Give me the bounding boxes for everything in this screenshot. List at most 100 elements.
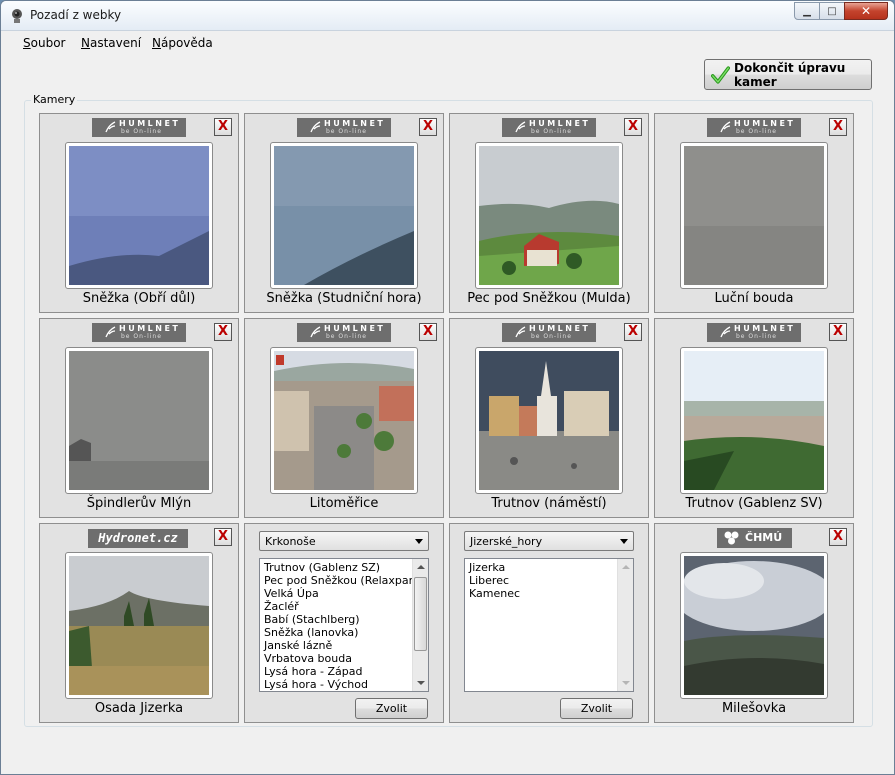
list-item[interactable]: Babí (Stachlberg) [260, 613, 412, 626]
list-item[interactable]: Lysá hora - Západ [260, 665, 412, 678]
camera-tile[interactable]: HUMLNET be On-line X Špindlerův Mlýn [39, 318, 239, 518]
camera-tile[interactable]: ČHMÚ X Milešovka [654, 523, 854, 723]
remove-camera-button[interactable]: X [624, 118, 642, 136]
remove-camera-button[interactable]: X [624, 323, 642, 341]
menu-settings-access-key: N [81, 36, 90, 50]
list-item[interactable]: Velká Úpa [260, 587, 412, 600]
camera-tile[interactable]: HUMLNET be On-line X Trutnov (náměstí) [449, 318, 649, 518]
webcam-snapshot [274, 351, 414, 490]
camera-selector-panel: Jizerské_hory Jizerka Liberec Kamenec Zv… [449, 523, 649, 723]
camera-image[interactable] [475, 347, 623, 494]
webcam-snapshot [684, 351, 824, 490]
remove-camera-button[interactable]: X [829, 323, 847, 341]
logo-text: HUMLNET [734, 324, 796, 333]
scrollbar-thumb[interactable] [414, 577, 427, 651]
chmu-logo-text: ČHMÚ [745, 531, 783, 544]
remove-camera-button[interactable]: X [214, 323, 232, 341]
region-dropdown[interactable]: Krkonoše [259, 531, 429, 551]
scroll-down-arrow-icon[interactable] [618, 675, 633, 691]
listbox-scrollbar[interactable] [617, 559, 633, 691]
humlnet-logo: HUMLNET be On-line [92, 118, 186, 137]
camera-listbox[interactable]: Trutnov (Gablenz SZ) Pec pod Sněžkou (Re… [259, 558, 429, 692]
camera-tile[interactable]: HUMLNET be On-line X Litoměřice [244, 318, 444, 518]
menu-settings[interactable]: Nastavení [81, 36, 141, 50]
list-item[interactable]: Janské lázně [260, 639, 412, 652]
logo-tagline: be On-line [736, 128, 777, 135]
camera-image[interactable] [680, 142, 828, 289]
scroll-up-arrow-icon[interactable] [618, 559, 633, 575]
camera-image[interactable] [475, 142, 623, 289]
logo-tagline: be On-line [121, 128, 162, 135]
remove-camera-button[interactable]: X [214, 528, 232, 546]
webcam-app-icon [12, 9, 22, 23]
camera-image[interactable] [65, 142, 213, 289]
camera-image[interactable] [680, 552, 828, 699]
camera-name: Milešovka [721, 701, 787, 716]
title-bar[interactable]: Pozadí z webky ▁ □ ✕ [1, 1, 894, 31]
humlnet-swirl-icon [515, 326, 526, 338]
remove-camera-button[interactable]: X [214, 118, 232, 136]
camera-tile[interactable]: HUMLNET be On-line X Luční bouda [654, 113, 854, 313]
humlnet-logo: HUMLNET be On-line [297, 118, 391, 137]
menu-file[interactable]: Soubor [23, 36, 65, 50]
humlnet-swirl-icon [105, 326, 116, 338]
list-item[interactable]: Pec pod Sněžkou (Relaxpark) [260, 574, 424, 587]
chevron-down-icon [620, 539, 628, 544]
scroll-up-arrow-icon[interactable] [413, 559, 428, 575]
window-title: Pozadí z webky [30, 8, 122, 22]
list-item[interactable]: Žacléř [260, 600, 412, 613]
list-item[interactable]: Vrbatova bouda [260, 652, 412, 665]
list-item[interactable]: Liberec [465, 574, 617, 587]
humlnet-logo: HUMLNET be On-line [502, 118, 596, 137]
logo-text: HUMLNET [324, 119, 386, 128]
camera-listbox[interactable]: Jizerka Liberec Kamenec [464, 558, 634, 692]
camera-image[interactable] [270, 347, 418, 494]
finish-editing-button[interactable]: Dokončit úpravu kamer [704, 59, 872, 90]
finish-editing-label: Dokončit úpravu kamer [734, 60, 846, 89]
camera-tile[interactable]: HUMLNET be On-line X Sněžka (Studniční ho… [244, 113, 444, 313]
humlnet-swirl-icon [720, 121, 731, 133]
camera-image[interactable] [270, 142, 418, 289]
logo-text: HUMLNET [529, 119, 591, 128]
remove-camera-button[interactable]: X [419, 118, 437, 136]
minimize-button[interactable]: ▁ [794, 2, 820, 20]
scroll-down-arrow-icon[interactable] [413, 675, 428, 691]
list-item[interactable]: Lysá hora - Východ [260, 678, 412, 691]
camera-image[interactable] [680, 347, 828, 494]
webcam-snapshot [274, 146, 414, 285]
logo-text: HUMLNET [119, 119, 181, 128]
region-dropdown[interactable]: Jizerské_hory [464, 531, 634, 551]
app-window: Pozadí z webky ▁ □ ✕ Soubor Nastavení Ná… [0, 0, 895, 775]
humlnet-swirl-icon [720, 326, 731, 338]
camera-image[interactable] [65, 347, 213, 494]
camera-selector-panel: Krkonoše Trutnov (Gablenz SZ) Pec pod Sn… [244, 523, 444, 723]
logo-tagline: be On-line [121, 333, 162, 340]
menu-help-label: ápověda [160, 36, 213, 50]
list-item[interactable]: Kamenec [465, 587, 617, 600]
humlnet-logo: HUMLNET be On-line [502, 323, 596, 342]
remove-camera-button[interactable]: X [829, 528, 847, 546]
humlnet-swirl-icon [310, 121, 321, 133]
humlnet-swirl-icon [515, 121, 526, 133]
choose-button[interactable]: Zvolit [560, 698, 633, 719]
camera-tile[interactable]: Hydronet.cz X Osada Jizerka [39, 523, 239, 723]
menu-help[interactable]: Nápověda [152, 36, 213, 50]
checkmark-icon [711, 65, 731, 84]
listbox-scrollbar[interactable] [412, 559, 428, 691]
list-item[interactable]: Sněžka (lanovka) [260, 626, 412, 639]
choose-button[interactable]: Zvolit [355, 698, 428, 719]
camera-tile[interactable]: HUMLNET be On-line X Pec pod Sněžkou (Mul… [449, 113, 649, 313]
camera-name: Sněžka (Obří důl) [82, 291, 196, 306]
close-button[interactable]: ✕ [844, 2, 888, 20]
remove-camera-button[interactable]: X [419, 323, 437, 341]
list-item[interactable]: Trutnov (Gablenz SZ) [260, 561, 412, 574]
camera-image[interactable] [65, 552, 213, 699]
camera-tile[interactable]: HUMLNET be On-line X Trutnov (Gablenz SV) [654, 318, 854, 518]
humlnet-logo: HUMLNET be On-line [297, 323, 391, 342]
camera-name: Sněžka (Studniční hora) [266, 291, 422, 306]
camera-name: Trutnov (náměstí) [491, 496, 607, 511]
list-item[interactable]: Jizerka [465, 561, 617, 574]
maximize-button[interactable]: □ [819, 2, 845, 20]
remove-camera-button[interactable]: X [829, 118, 847, 136]
camera-tile[interactable]: HUMLNET be On-line X Sněžka (Obří důl) [39, 113, 239, 313]
